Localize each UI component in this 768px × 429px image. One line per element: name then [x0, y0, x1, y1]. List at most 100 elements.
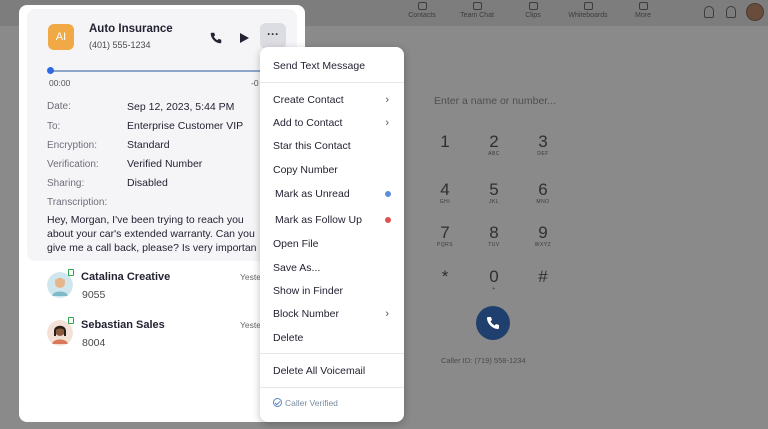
keypad-key[interactable]: * [430, 268, 460, 286]
presence-status-icon [68, 317, 74, 324]
menu-delete-all-voicemail[interactable]: Delete All Voicemail [260, 360, 404, 382]
notification-bell-icon[interactable] [726, 6, 736, 18]
verification-value: Verified Number [127, 158, 203, 170]
nav-contacts-label: Contacts [408, 12, 436, 19]
sharing-value: Disabled [127, 177, 168, 189]
transcription-label: Transcription: [47, 197, 108, 208]
voicemail-avatar: AI [48, 24, 74, 50]
menu-save-as[interactable]: Save As... [260, 257, 404, 279]
voicemail-detail-card: AI Auto Insurance (401) 555-1234 ··· 00:… [27, 9, 297, 261]
chevron-right-icon: › [385, 308, 389, 320]
contacts-icon [417, 2, 427, 10]
menu-send-text-message[interactable]: Send Text Message [260, 55, 404, 77]
menu-mark-as-unread[interactable]: Mark as Unread [260, 183, 404, 205]
more-icon [638, 2, 648, 10]
menu-divider [260, 387, 404, 388]
keypad-key[interactable]: 5 JKL [479, 180, 509, 206]
keypad-digit: 1 [440, 132, 450, 151]
playback-scrubber-handle[interactable] [47, 67, 54, 74]
list-item-name: Sebastian Sales [81, 319, 165, 331]
menu-item-label: Send Text Message [273, 60, 366, 72]
keypad-letters: GHI [439, 199, 451, 205]
nav-whiteboards[interactable]: Whiteboards [558, 2, 618, 19]
sharing-label: Sharing: [47, 178, 85, 189]
voicemail-caller-number: (401) 555-1234 [89, 40, 151, 50]
keypad-digit: 5 [489, 180, 499, 199]
keypad-key[interactable]: # [528, 268, 558, 286]
menu-divider [260, 353, 404, 354]
user-avatar[interactable] [746, 3, 764, 21]
keypad-digit: 2 [489, 132, 499, 151]
nav-clips[interactable]: Clips [503, 2, 563, 19]
keypad-digit: 6 [538, 180, 548, 199]
keypad-digit: 3 [538, 132, 548, 151]
menu-create-contact[interactable]: Create Contact › [260, 89, 404, 111]
menu-mark-as-follow-up[interactable]: Mark as Follow Up [260, 209, 404, 231]
nav-more-label: More [635, 12, 651, 19]
menu-item-label: Delete [273, 332, 304, 344]
playback-progress-bar[interactable] [49, 70, 287, 72]
menu-divider [260, 82, 404, 83]
keypad-key[interactable]: 8 TUV [479, 224, 509, 249]
keypad-digit: # [538, 267, 548, 286]
menu-item-label: Save As... [273, 262, 321, 274]
profile-status-icon[interactable] [704, 6, 714, 18]
caller-verified-label: Caller Verified [285, 398, 338, 408]
menu-delete[interactable]: Delete [260, 327, 404, 349]
keypad-key[interactable]: 1 [430, 133, 460, 151]
menu-copy-number[interactable]: Copy Number [260, 159, 404, 181]
nav-team-chat-label: Team Chat [460, 12, 494, 19]
playback-elapsed-time: 00:00 [49, 78, 71, 88]
clips-icon [528, 2, 538, 10]
list-item-time: Yeste [240, 320, 261, 330]
nav-more[interactable]: More [613, 2, 673, 19]
keypad-key[interactable]: 0 + [479, 268, 509, 293]
menu-item-label: Add to Contact [273, 117, 343, 129]
follow-up-dot-icon [385, 217, 391, 223]
keypad-key[interactable]: 4 GHI [430, 181, 460, 206]
menu-add-to-contact[interactable]: Add to Contact › [260, 112, 404, 134]
menu-item-label: Mark as Follow Up [275, 214, 362, 226]
verified-check-icon [273, 398, 282, 407]
dial-search-input[interactable]: Enter a name or number... [434, 95, 564, 107]
caller-id-label: Caller ID: (719) 558-1234 [441, 356, 526, 365]
menu-item-label: Delete All Voicemail [273, 365, 366, 377]
keypad-letters: WXYZ [534, 242, 552, 248]
menu-show-in-finder[interactable]: Show in Finder [260, 280, 404, 302]
voicemail-list-item[interactable]: Catalina Creative 9055 Yeste [27, 268, 297, 312]
keypad-letters: DEF [537, 151, 549, 157]
menu-star-this-contact[interactable]: Star this Contact [260, 135, 404, 157]
menu-item-label: Copy Number [273, 164, 338, 176]
more-options-button[interactable]: ··· [260, 23, 286, 49]
call-button[interactable] [476, 306, 510, 340]
keypad-letters: ABC [488, 151, 500, 157]
menu-block-number[interactable]: Block Number › [260, 303, 404, 325]
keypad-letters: TUV [488, 242, 500, 248]
keypad-letters: PQRS [436, 242, 454, 248]
keypad-key[interactable]: 2 ABC [479, 132, 509, 158]
whiteboard-icon [583, 2, 593, 10]
keypad-key[interactable]: 6 MNO [528, 180, 558, 206]
to-value: Enterprise Customer VIP [127, 120, 244, 132]
phone-call-icon [487, 317, 499, 329]
nav-team-chat[interactable]: Team Chat [447, 2, 507, 19]
keypad-letters: JKL [488, 199, 500, 205]
keypad-key[interactable]: 9 WXYZ [528, 224, 558, 249]
encryption-label: Encryption: [47, 140, 98, 151]
menu-open-file[interactable]: Open File [260, 233, 404, 255]
voicemail-list-item[interactable]: Sebastian Sales 8004 Yeste [27, 316, 297, 360]
keypad-key[interactable]: 3 DEF [528, 132, 558, 158]
keypad-digit: 7 [440, 223, 450, 242]
call-back-icon[interactable] [209, 31, 223, 45]
nav-contacts[interactable]: Contacts [392, 2, 452, 19]
play-icon[interactable] [238, 32, 250, 44]
keypad-key[interactable]: 7 PQRS [430, 223, 460, 249]
chevron-right-icon: › [385, 117, 389, 129]
playback-remaining-time: -0 [251, 78, 259, 88]
menu-item-label: Star this Contact [273, 140, 351, 152]
presence-status-icon [68, 269, 74, 276]
verification-label: Verification: [47, 159, 99, 170]
list-item-extension: 8004 [82, 337, 106, 349]
menu-item-label: Block Number [273, 308, 339, 320]
keypad-letters: MNO [536, 199, 550, 205]
